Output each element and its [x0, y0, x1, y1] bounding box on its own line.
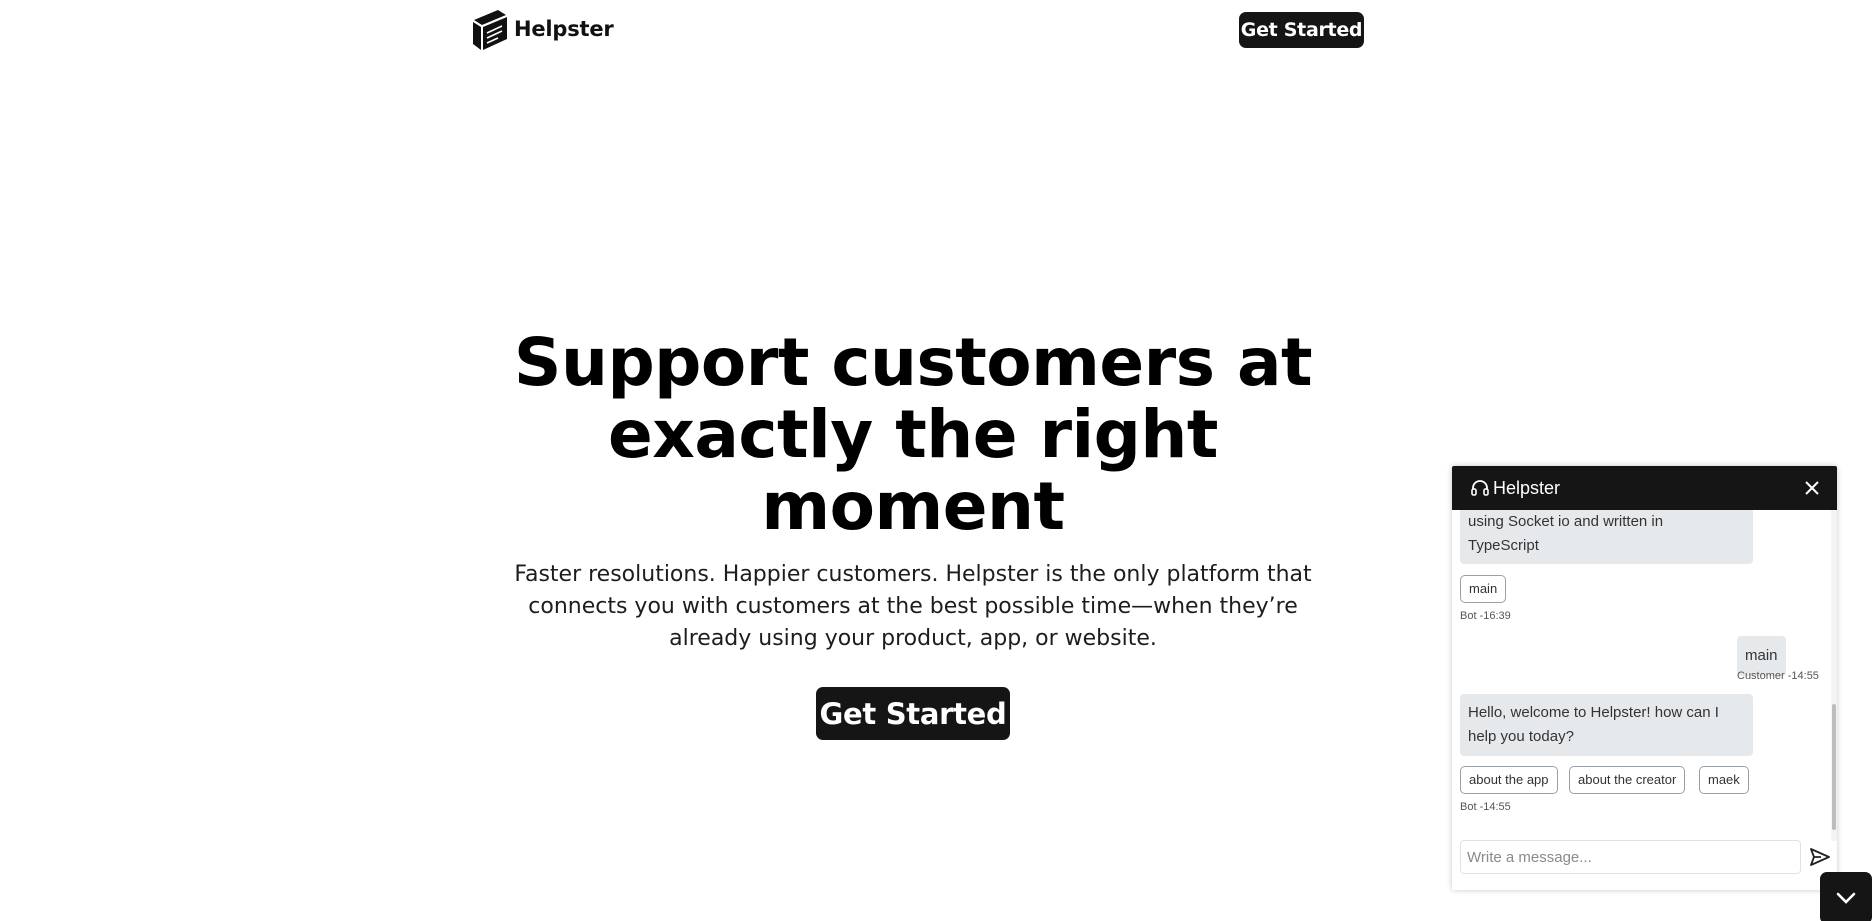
- bot-message: Hello, welcome to Helpster! how can I he…: [1460, 694, 1753, 756]
- chat-scrollbar-thumb[interactable]: [1832, 704, 1836, 830]
- hero-title-line: Support customers at: [513, 324, 1313, 401]
- hero-title-line: moment: [761, 468, 1065, 545]
- hero-subtitle: Faster resolutions. Happier customers. H…: [514, 562, 1312, 651]
- message-text: using Socket io and written in: [1468, 513, 1664, 530]
- hero-get-started-button[interactable]: Get Started: [816, 687, 1010, 740]
- headset-icon: [1471, 480, 1489, 496]
- message-text: help you today?: [1468, 728, 1574, 745]
- chat-header: Helpster: [1452, 466, 1837, 510]
- message-text: TypeScript: [1468, 537, 1539, 554]
- quick-reply-option[interactable]: maek: [1699, 766, 1749, 794]
- message-text: Hello, welcome to Helpster! how can I: [1468, 704, 1719, 721]
- book-stack-icon: [473, 10, 507, 50]
- hero-title-line: exactly the right: [608, 396, 1218, 473]
- message-meta: Customer -14:55: [1737, 670, 1819, 682]
- message-meta: Bot -14:55: [1460, 801, 1511, 813]
- send-icon[interactable]: [1808, 846, 1832, 868]
- brand-logo[interactable]: Helpster: [468, 6, 614, 52]
- message-meta: Bot -16:39: [1460, 610, 1511, 622]
- chevron-down-icon: [1836, 892, 1856, 904]
- quick-reply-option[interactable]: about the app: [1460, 766, 1558, 794]
- chat-widget: Helpster using Socket io and written in …: [1452, 466, 1837, 890]
- brand-name: Helpster: [514, 17, 614, 41]
- hero-title: Support customers at exactly the right m…: [470, 327, 1356, 543]
- chat-messages[interactable]: using Socket io and written in TypeScrip…: [1452, 510, 1837, 841]
- bot-message: using Socket io and written in TypeScrip…: [1460, 510, 1753, 564]
- chat-toggle-button[interactable]: [1820, 872, 1872, 921]
- quick-reply-option[interactable]: main: [1460, 575, 1507, 603]
- close-icon[interactable]: [1799, 475, 1825, 501]
- chat-title: Helpster: [1493, 477, 1561, 498]
- header-get-started-button[interactable]: Get Started: [1239, 12, 1364, 48]
- quick-reply-option[interactable]: about the creator: [1569, 766, 1686, 794]
- message-input[interactable]: [1460, 840, 1801, 874]
